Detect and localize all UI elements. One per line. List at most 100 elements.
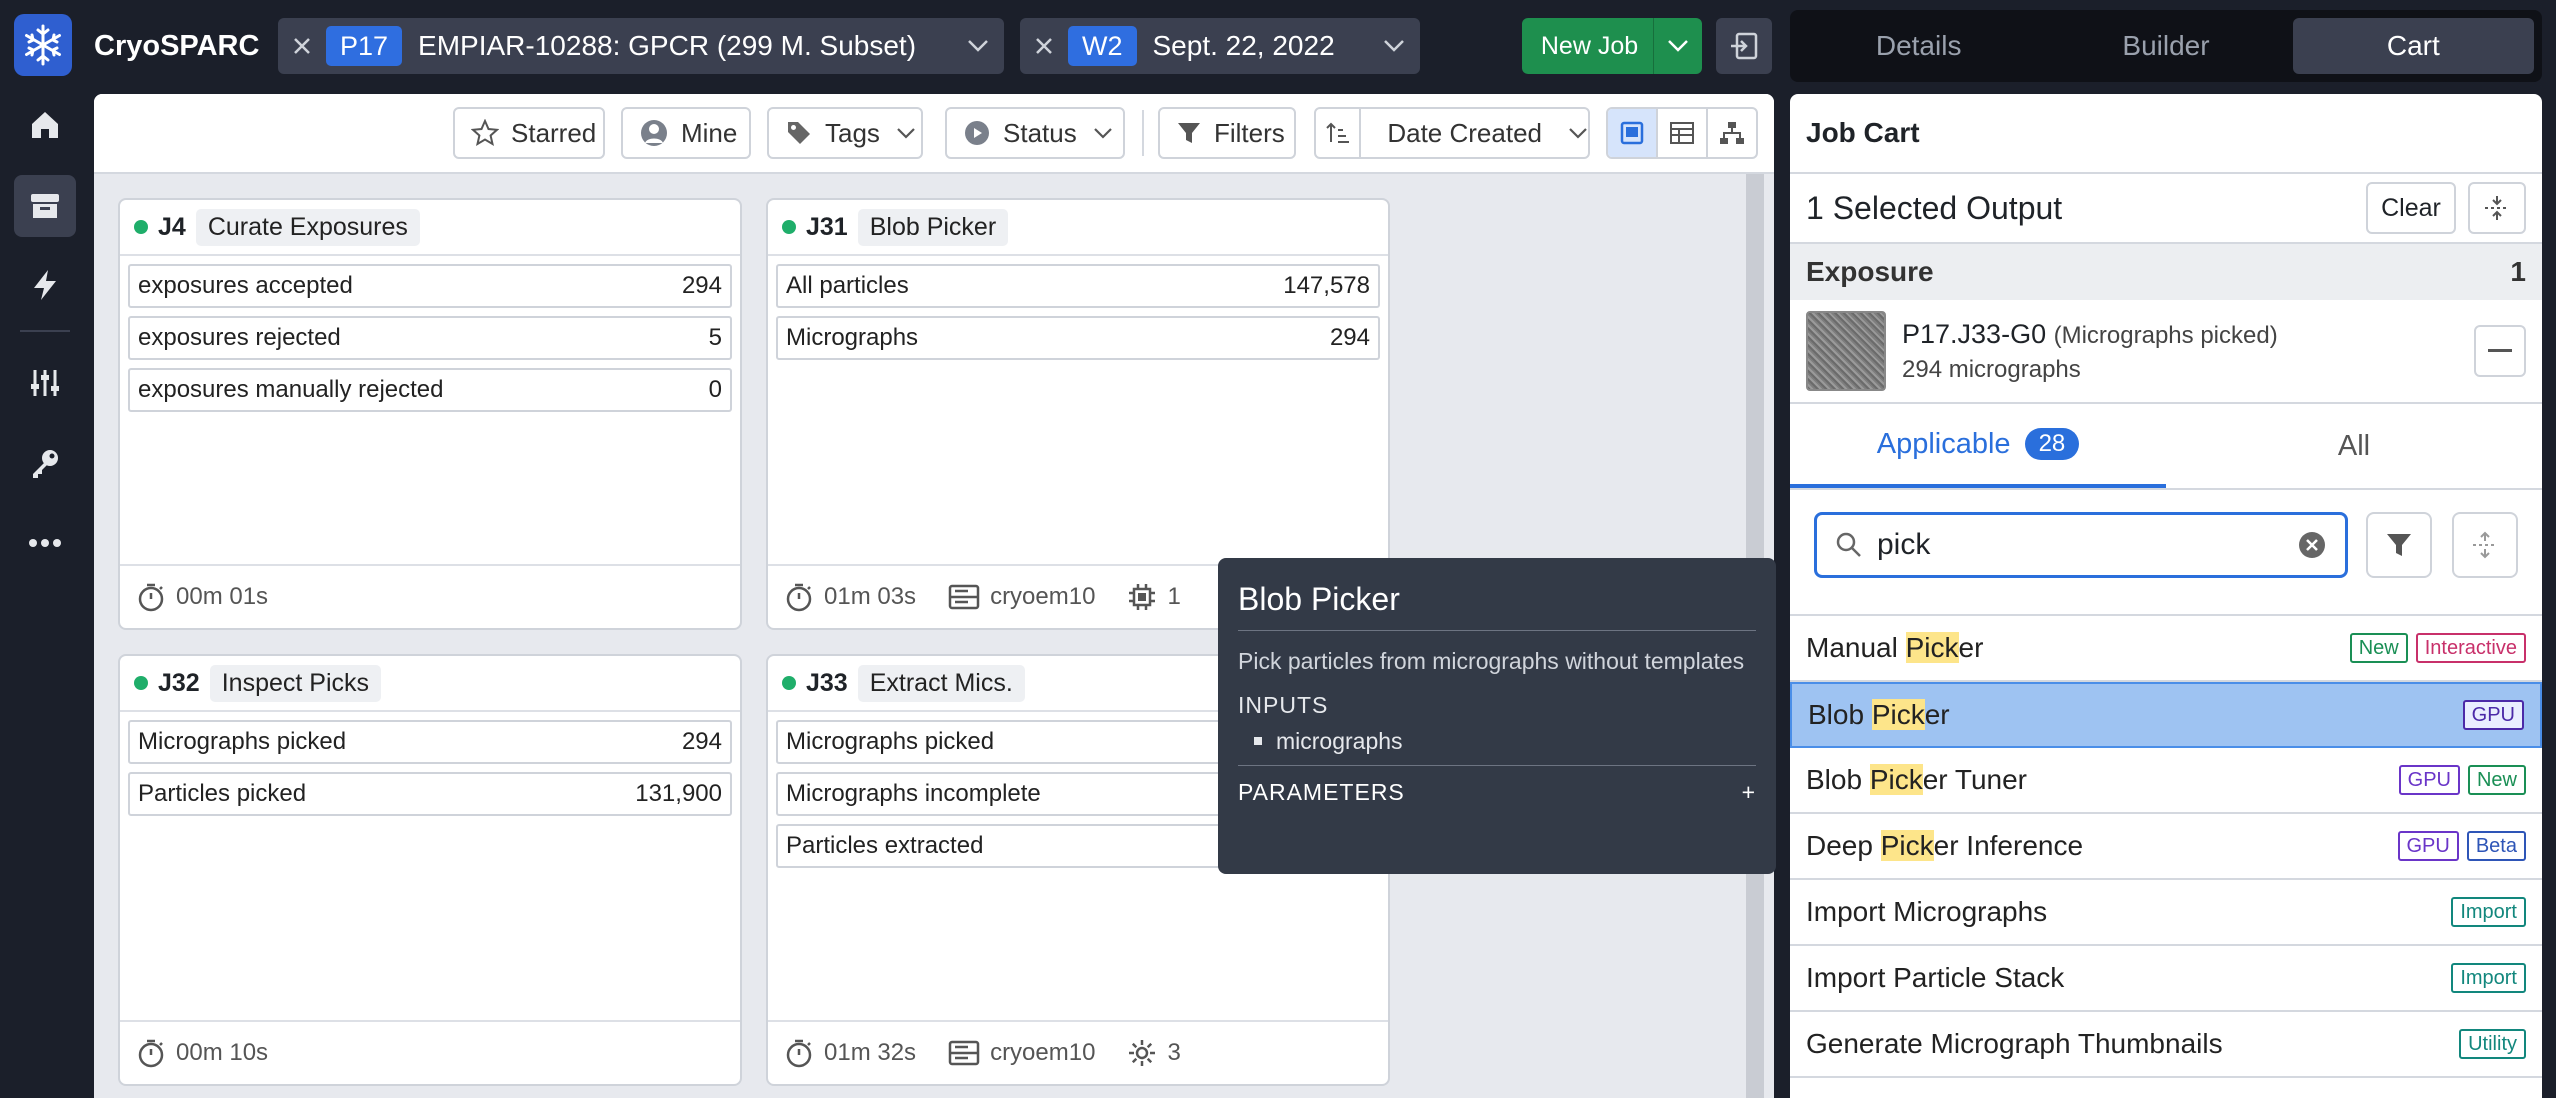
nav-divider	[20, 330, 70, 332]
host-name: cryoem10	[990, 1039, 1096, 1066]
chevron-down-icon	[896, 127, 916, 139]
status-label: Status	[1003, 117, 1077, 148]
more-icon[interactable]	[14, 512, 76, 574]
chevron-down-icon[interactable]	[1368, 39, 1420, 53]
tree-view-icon[interactable]	[1708, 109, 1756, 157]
home-icon[interactable]	[14, 94, 76, 156]
output-row[interactable]: exposures manually rejected 0	[128, 368, 732, 412]
job-id: J4	[158, 212, 186, 241]
archive-icon[interactable]	[14, 175, 76, 237]
output-row[interactable]: exposures accepted 294	[128, 264, 732, 308]
output-value: 294	[681, 272, 722, 299]
clear-search-icon[interactable]	[2297, 530, 2327, 560]
card-footer: 00m 10s	[120, 1020, 740, 1084]
job-card-j4[interactable]: J4 Curate Exposures exposures accepted 29…	[118, 198, 742, 630]
tags-label: Tags	[825, 117, 880, 148]
job-type-row[interactable]: Blob Picker GPU	[1790, 682, 2542, 748]
search-icon	[1835, 531, 1863, 559]
job-type-row[interactable]: Generate Micrograph Thumbnails Utility	[1790, 1012, 2542, 1078]
expand-icon[interactable]: +	[1742, 779, 1756, 806]
job-tooltip: Blob Picker Pick particles from microgra…	[1218, 558, 1776, 874]
job-id: J32	[158, 668, 200, 697]
job-type-row[interactable]: Blob Picker Tuner GPU New	[1790, 748, 2542, 814]
chevron-down-icon[interactable]	[952, 39, 1004, 53]
tab-applicable[interactable]: Applicable 28	[1790, 404, 2166, 488]
table-view-icon[interactable]	[1658, 109, 1708, 157]
output-sub: 294 micrographs	[1902, 355, 2081, 383]
tab-cart[interactable]: Cart	[2292, 18, 2534, 74]
tab-label: Applicable	[1876, 427, 2011, 460]
job-search-input[interactable]: pick	[1814, 512, 2348, 578]
clear-button[interactable]: Clear	[2366, 182, 2456, 234]
job-type-row[interactable]: Import Particle Stack Import	[1790, 946, 2542, 1012]
star-icon	[471, 119, 499, 147]
output-row[interactable]: All particles 147,578	[776, 264, 1380, 308]
expand-collapse-icon[interactable]	[2452, 512, 2518, 578]
stopwatch-icon	[136, 582, 166, 612]
panel-title: Job Cart	[1790, 94, 2542, 174]
breadcrumb-project[interactable]: P17 EMPIAR-10288: GPCR (299 M. Subset)	[278, 18, 1004, 74]
job-tag: Interactive	[2415, 633, 2526, 663]
output-desc: (Micrographs picked)	[2053, 321, 2278, 349]
collapse-icon[interactable]	[2468, 182, 2526, 234]
status-filter-button[interactable]: Status	[945, 107, 1125, 159]
job-tag: Import	[2451, 897, 2526, 927]
status-dot	[134, 676, 148, 690]
sort-label: Date Created	[1387, 117, 1542, 148]
output-value: 294	[681, 728, 722, 755]
cryosparc-logo[interactable]	[14, 14, 72, 76]
input-item: micrographs	[1238, 723, 1756, 759]
remove-icon[interactable]	[2474, 325, 2526, 377]
gear-icon	[1127, 1038, 1157, 1068]
sort-direction-icon[interactable]	[1316, 109, 1362, 157]
starred-label: Starred	[511, 117, 597, 148]
job-type-row[interactable]: Import Micrographs Import	[1790, 880, 2542, 946]
output-label: exposures rejected	[138, 324, 341, 351]
filter-funnel-icon[interactable]	[2366, 512, 2432, 578]
cart-output-item[interactable]: P17.J33-G0 (Micrographs picked) 294 micr…	[1790, 300, 2542, 404]
starred-filter-button[interactable]: Starred	[453, 107, 605, 159]
inputs-header: INPUTS	[1238, 692, 1329, 718]
exit-icon[interactable]	[1716, 18, 1772, 74]
output-label: Micrographs picked	[138, 728, 347, 755]
search-highlight: Pick	[1905, 632, 1959, 663]
tab-details[interactable]: Details	[1798, 18, 2039, 74]
tab-builder[interactable]: Builder	[2045, 18, 2286, 74]
card-view-icon[interactable]	[1608, 109, 1658, 157]
job-type-name: Import Particle Stack	[1806, 962, 2065, 993]
chevron-down-icon[interactable]	[1654, 39, 1702, 53]
output-row[interactable]: Micrographs picked 294	[128, 720, 732, 764]
output-label: Micrographs incomplete	[786, 780, 1041, 807]
status-dot	[782, 220, 796, 234]
group-label: Exposure	[1806, 256, 1934, 287]
key-icon[interactable]	[14, 433, 76, 495]
bullet-icon	[1254, 737, 1262, 745]
output-row[interactable]: Micrographs 294	[776, 316, 1380, 360]
tags-filter-button[interactable]: Tags	[767, 107, 923, 159]
breadcrumb-workspace[interactable]: W2 Sept. 22, 2022	[1020, 18, 1420, 74]
mine-filter-button[interactable]: Mine	[621, 107, 751, 159]
tooltip-title: Blob Picker	[1238, 581, 1400, 617]
parameters-section[interactable]: PARAMETERS +	[1238, 774, 1756, 810]
job-tag: GPU	[2462, 700, 2524, 730]
close-icon[interactable]	[278, 35, 326, 57]
job-tag: GPU	[2397, 831, 2459, 861]
view-mode-group	[1606, 107, 1758, 159]
job-type-name: Import Micrographs	[1806, 896, 2048, 927]
job-type-row[interactable]: Deep Picker Inference GPU Beta	[1790, 814, 2542, 880]
filters-button[interactable]: Filters	[1158, 107, 1296, 159]
card-header: J4 Curate Exposures	[120, 200, 740, 256]
stopwatch-icon	[784, 1038, 814, 1068]
job-type-row[interactable]: Manual Picker New Interactive	[1790, 616, 2542, 682]
job-id: J33	[806, 668, 848, 697]
output-row[interactable]: Particles picked 131,900	[128, 772, 732, 816]
sliders-icon[interactable]	[14, 352, 76, 414]
sort-dropdown[interactable]: Date Created	[1314, 107, 1590, 159]
job-card-j32[interactable]: J32 Inspect Picks Micrographs picked 294 …	[118, 654, 742, 1086]
close-icon[interactable]	[1020, 35, 1068, 57]
new-job-button[interactable]: New Job	[1522, 18, 1702, 74]
selected-count: 1 Selected Output	[1806, 189, 2063, 226]
tab-all[interactable]: All	[2166, 404, 2542, 488]
lightning-icon[interactable]	[14, 254, 76, 316]
output-row[interactable]: exposures rejected 5	[128, 316, 732, 360]
